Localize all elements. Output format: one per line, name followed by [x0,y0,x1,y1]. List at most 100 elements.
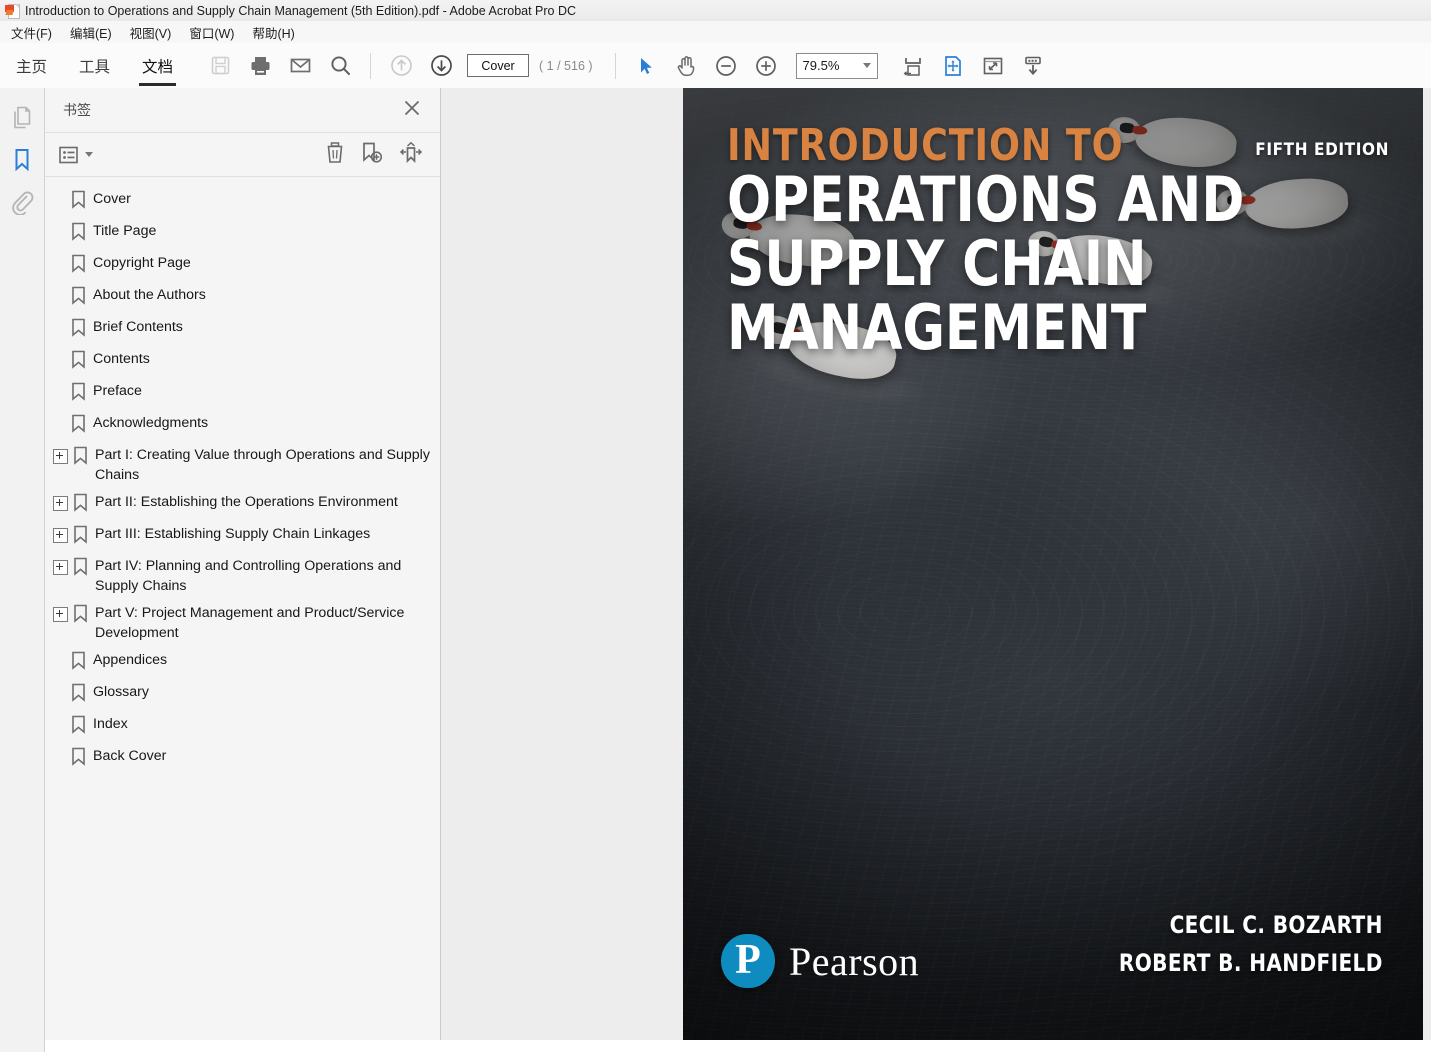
bookmark-label: Appendices [93,649,167,670]
menu-window[interactable]: 窗口(W) [180,23,243,42]
page-thumbnails-icon[interactable] [5,100,39,136]
bookmark-label: Acknowledgments [93,412,208,433]
expand-toggle-icon[interactable] [53,560,68,575]
bookmark-row[interactable]: Part I: Creating Value through Operation… [45,441,440,488]
print-icon[interactable] [243,49,277,83]
acrobat-pdf-icon [5,3,20,18]
menu-view[interactable]: 视图(V) [121,23,181,42]
cover-title-line-1: OPERATIONS AND [727,168,1341,232]
bookmark-row[interactable]: Brief Contents [45,313,440,345]
bookmark-label: Part II: Establishing the Operations Env… [95,491,398,512]
bookmark-row[interactable]: About the Authors [45,281,440,313]
pearson-logo: P Pearson [721,934,919,988]
menu-help[interactable]: 帮助(H) [243,23,303,42]
bookmark-label: Brief Contents [93,316,183,337]
expand-toggle-placeholder [53,225,66,238]
bookmark-label: Preface [93,380,142,401]
page-label-field[interactable]: Cover [467,54,529,77]
expand-toggle-placeholder [53,193,66,206]
expand-toggle-icon[interactable] [53,449,68,464]
bookmark-row[interactable]: Cover [45,185,440,217]
expand-toggle-placeholder [53,654,66,667]
bookmark-row[interactable]: Acknowledgments [45,409,440,441]
main-toolbar: 主页 工具 文档 Cover ( 1 / 516 ) [0,43,1431,89]
bookmark-label: Part I: Creating Value through Operation… [95,444,430,485]
options-menu-icon[interactable] [59,146,93,164]
tab-document[interactable]: 文档 [142,43,173,88]
bookmark-icon [71,493,89,512]
toolbar-divider [370,53,371,79]
hand-tool-icon[interactable] [669,49,703,83]
save-icon[interactable] [203,49,237,83]
tab-home[interactable]: 主页 [16,43,47,88]
bookmark-row[interactable]: Part II: Establishing the Operations Env… [45,488,440,520]
cover-authors: CECIL C. BOZARTH ROBERT B. HANDFIELD [1099,906,1383,982]
bookmark-row[interactable]: Back Cover [45,742,440,774]
bookmark-label: Title Page [93,220,156,241]
bookmark-icon [69,190,87,209]
bookmark-label: Cover [93,188,131,209]
expand-toggle-placeholder [53,750,66,763]
bookmark-icon [69,747,87,766]
bookmark-row[interactable]: Index [45,710,440,742]
cover-edition-label: FIFTH EDITION [1255,140,1389,160]
bookmark-label: Part V: Project Management and Product/S… [95,602,430,643]
bookmarks-icon[interactable] [5,142,39,178]
bookmark-row[interactable]: Part V: Project Management and Product/S… [45,599,440,646]
menu-bar: 文件(F) 编辑(E) 视图(V) 窗口(W) 帮助(H) [0,21,1431,44]
zoom-out-icon[interactable] [709,49,743,83]
tab-tools[interactable]: 工具 [79,43,110,88]
bookmark-row[interactable]: Part IV: Planning and Controlling Operat… [45,552,440,599]
next-page-icon[interactable] [424,49,458,83]
bookmark-row[interactable]: Glossary [45,678,440,710]
menu-edit[interactable]: 编辑(E) [61,23,121,42]
zoom-level-select[interactable]: 79.5% [796,53,878,79]
attachments-icon[interactable] [5,184,39,220]
bookmark-row[interactable]: Part III: Establishing Supply Chain Link… [45,520,440,552]
bookmark-row[interactable]: Appendices [45,646,440,678]
expand-toggle-placeholder [53,417,66,430]
page-count-label: ( 1 / 516 ) [539,59,593,73]
title-bar: Introduction to Operations and Supply Ch… [0,0,1431,22]
select-cursor-icon[interactable] [629,49,663,83]
fit-page-icon[interactable] [936,49,970,83]
document-view[interactable]: INTRODUCTION TO OPERATIONS AND SUPPLY CH… [441,88,1431,1040]
bookmark-icon [69,382,87,401]
bookmarks-list[interactable]: Cover Title Page Copyright Page About the A… [45,177,440,1040]
chevron-down-icon [85,152,93,157]
scroll-down-icon[interactable] [1016,49,1050,83]
bookmarks-panel-toolbar [45,133,440,177]
bookmark-label: Part IV: Planning and Controlling Operat… [95,555,430,596]
bookmark-icon [71,446,89,465]
new-bookmark-icon[interactable] [360,141,384,169]
email-icon[interactable] [283,49,317,83]
close-icon[interactable] [398,94,426,127]
bookmark-row[interactable]: Copyright Page [45,249,440,281]
bookmark-row[interactable]: Title Page [45,217,440,249]
bookmark-icon [69,683,87,702]
cover-title-line-2: SUPPLY CHAIN [727,232,1341,296]
bookmark-label: Copyright Page [93,252,191,273]
bookmark-icon [69,286,87,305]
pearson-wordmark: Pearson [789,938,919,985]
bookmark-row[interactable]: Preface [45,377,440,409]
expand-toggle-icon[interactable] [53,607,68,622]
expand-bookmarks-icon[interactable] [398,141,424,169]
pearson-p-glyph: P [735,939,761,981]
bookmark-icon [69,414,87,433]
bookmark-row[interactable]: Contents [45,345,440,377]
zoom-level-value: 79.5% [803,58,840,73]
expand-toggle-placeholder [53,289,66,302]
menu-file[interactable]: 文件(F) [2,23,61,42]
expand-toggle-icon[interactable] [53,528,68,543]
fullscreen-icon[interactable] [976,49,1010,83]
search-icon[interactable] [323,49,357,83]
expand-toggle-icon[interactable] [53,496,68,511]
fit-width-icon[interactable] [896,49,930,83]
previous-page-icon[interactable] [384,49,418,83]
expand-toggle-placeholder [53,718,66,731]
cover-title-line-3: MANAGEMENT [727,296,1341,360]
delete-bookmark-icon[interactable] [324,141,346,169]
zoom-in-icon[interactable] [749,49,783,83]
bookmark-label: Contents [93,348,150,369]
